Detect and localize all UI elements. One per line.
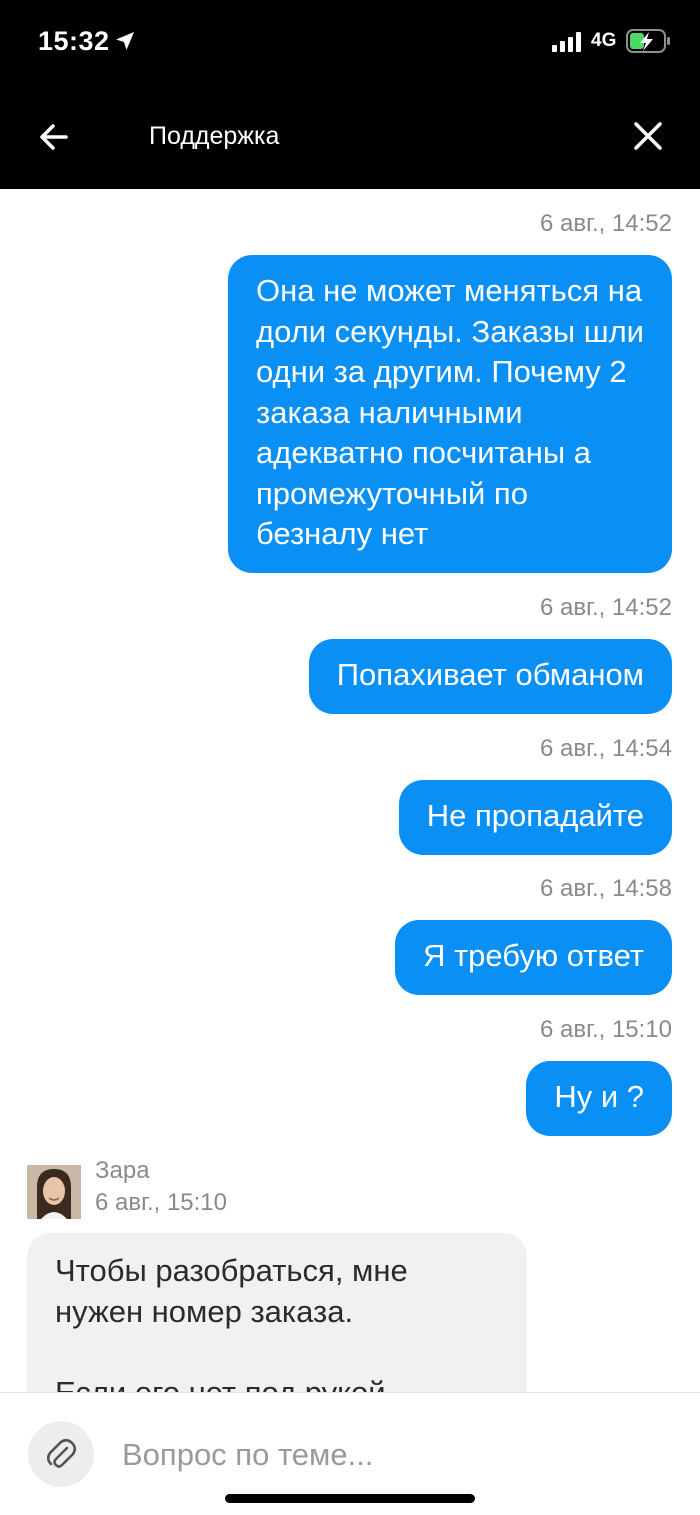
chat-messages: 6 авг., 14:52 Она не может меняться на д… xyxy=(0,189,700,1392)
back-arrow-icon[interactable] xyxy=(34,116,76,158)
location-arrow-icon xyxy=(116,32,134,50)
outgoing-message[interactable]: Она не может меняться на доли секунды. З… xyxy=(227,255,672,573)
agent-name: Зара xyxy=(95,1157,150,1184)
message-timestamp: 6 авг., 15:10 xyxy=(540,1016,672,1043)
status-bar: 15:32 4G xyxy=(0,0,700,92)
message-composer xyxy=(0,1392,700,1515)
status-time: 15:32 xyxy=(38,26,110,56)
outgoing-message[interactable]: Не пропадайте xyxy=(398,780,672,855)
battery-charging-icon xyxy=(626,29,670,53)
agent-photo xyxy=(27,1165,81,1219)
message-timestamp: 6 авг., 14:52 xyxy=(540,210,672,237)
outgoing-message[interactable]: Я требую ответ xyxy=(394,920,672,995)
paperclip-icon xyxy=(46,1438,77,1468)
message-timestamp: 6 авг., 14:54 xyxy=(540,735,672,762)
incoming-message-line: нужен номер заказа. xyxy=(55,1293,354,1329)
incoming-message[interactable]: Чтобы разобраться, мне нужен номер заказ… xyxy=(27,1233,527,1392)
home-indicator xyxy=(225,1494,475,1503)
message-timestamp: 6 авг., 14:52 xyxy=(540,594,672,621)
incoming-message-line: Если его нет под рукой xyxy=(55,1374,386,1393)
page-title: Поддержка xyxy=(149,122,280,150)
nav-header: Поддержка xyxy=(0,92,700,189)
signal-bars-icon xyxy=(552,32,581,52)
outgoing-message[interactable]: Попахивает обманом xyxy=(308,639,672,714)
attach-button[interactable] xyxy=(28,1421,94,1487)
network-type: 4G xyxy=(591,30,617,51)
agent-timestamp: 6 авг., 15:10 xyxy=(95,1189,227,1216)
message-input[interactable] xyxy=(122,1433,662,1477)
message-timestamp: 6 авг., 14:58 xyxy=(540,875,672,902)
message-gap xyxy=(55,1332,499,1373)
close-icon[interactable] xyxy=(626,114,670,158)
agent-avatar xyxy=(27,1165,81,1219)
incoming-message-line: Чтобы разобраться, мне xyxy=(55,1253,408,1288)
outgoing-message[interactable]: Ну и ? xyxy=(526,1061,672,1136)
